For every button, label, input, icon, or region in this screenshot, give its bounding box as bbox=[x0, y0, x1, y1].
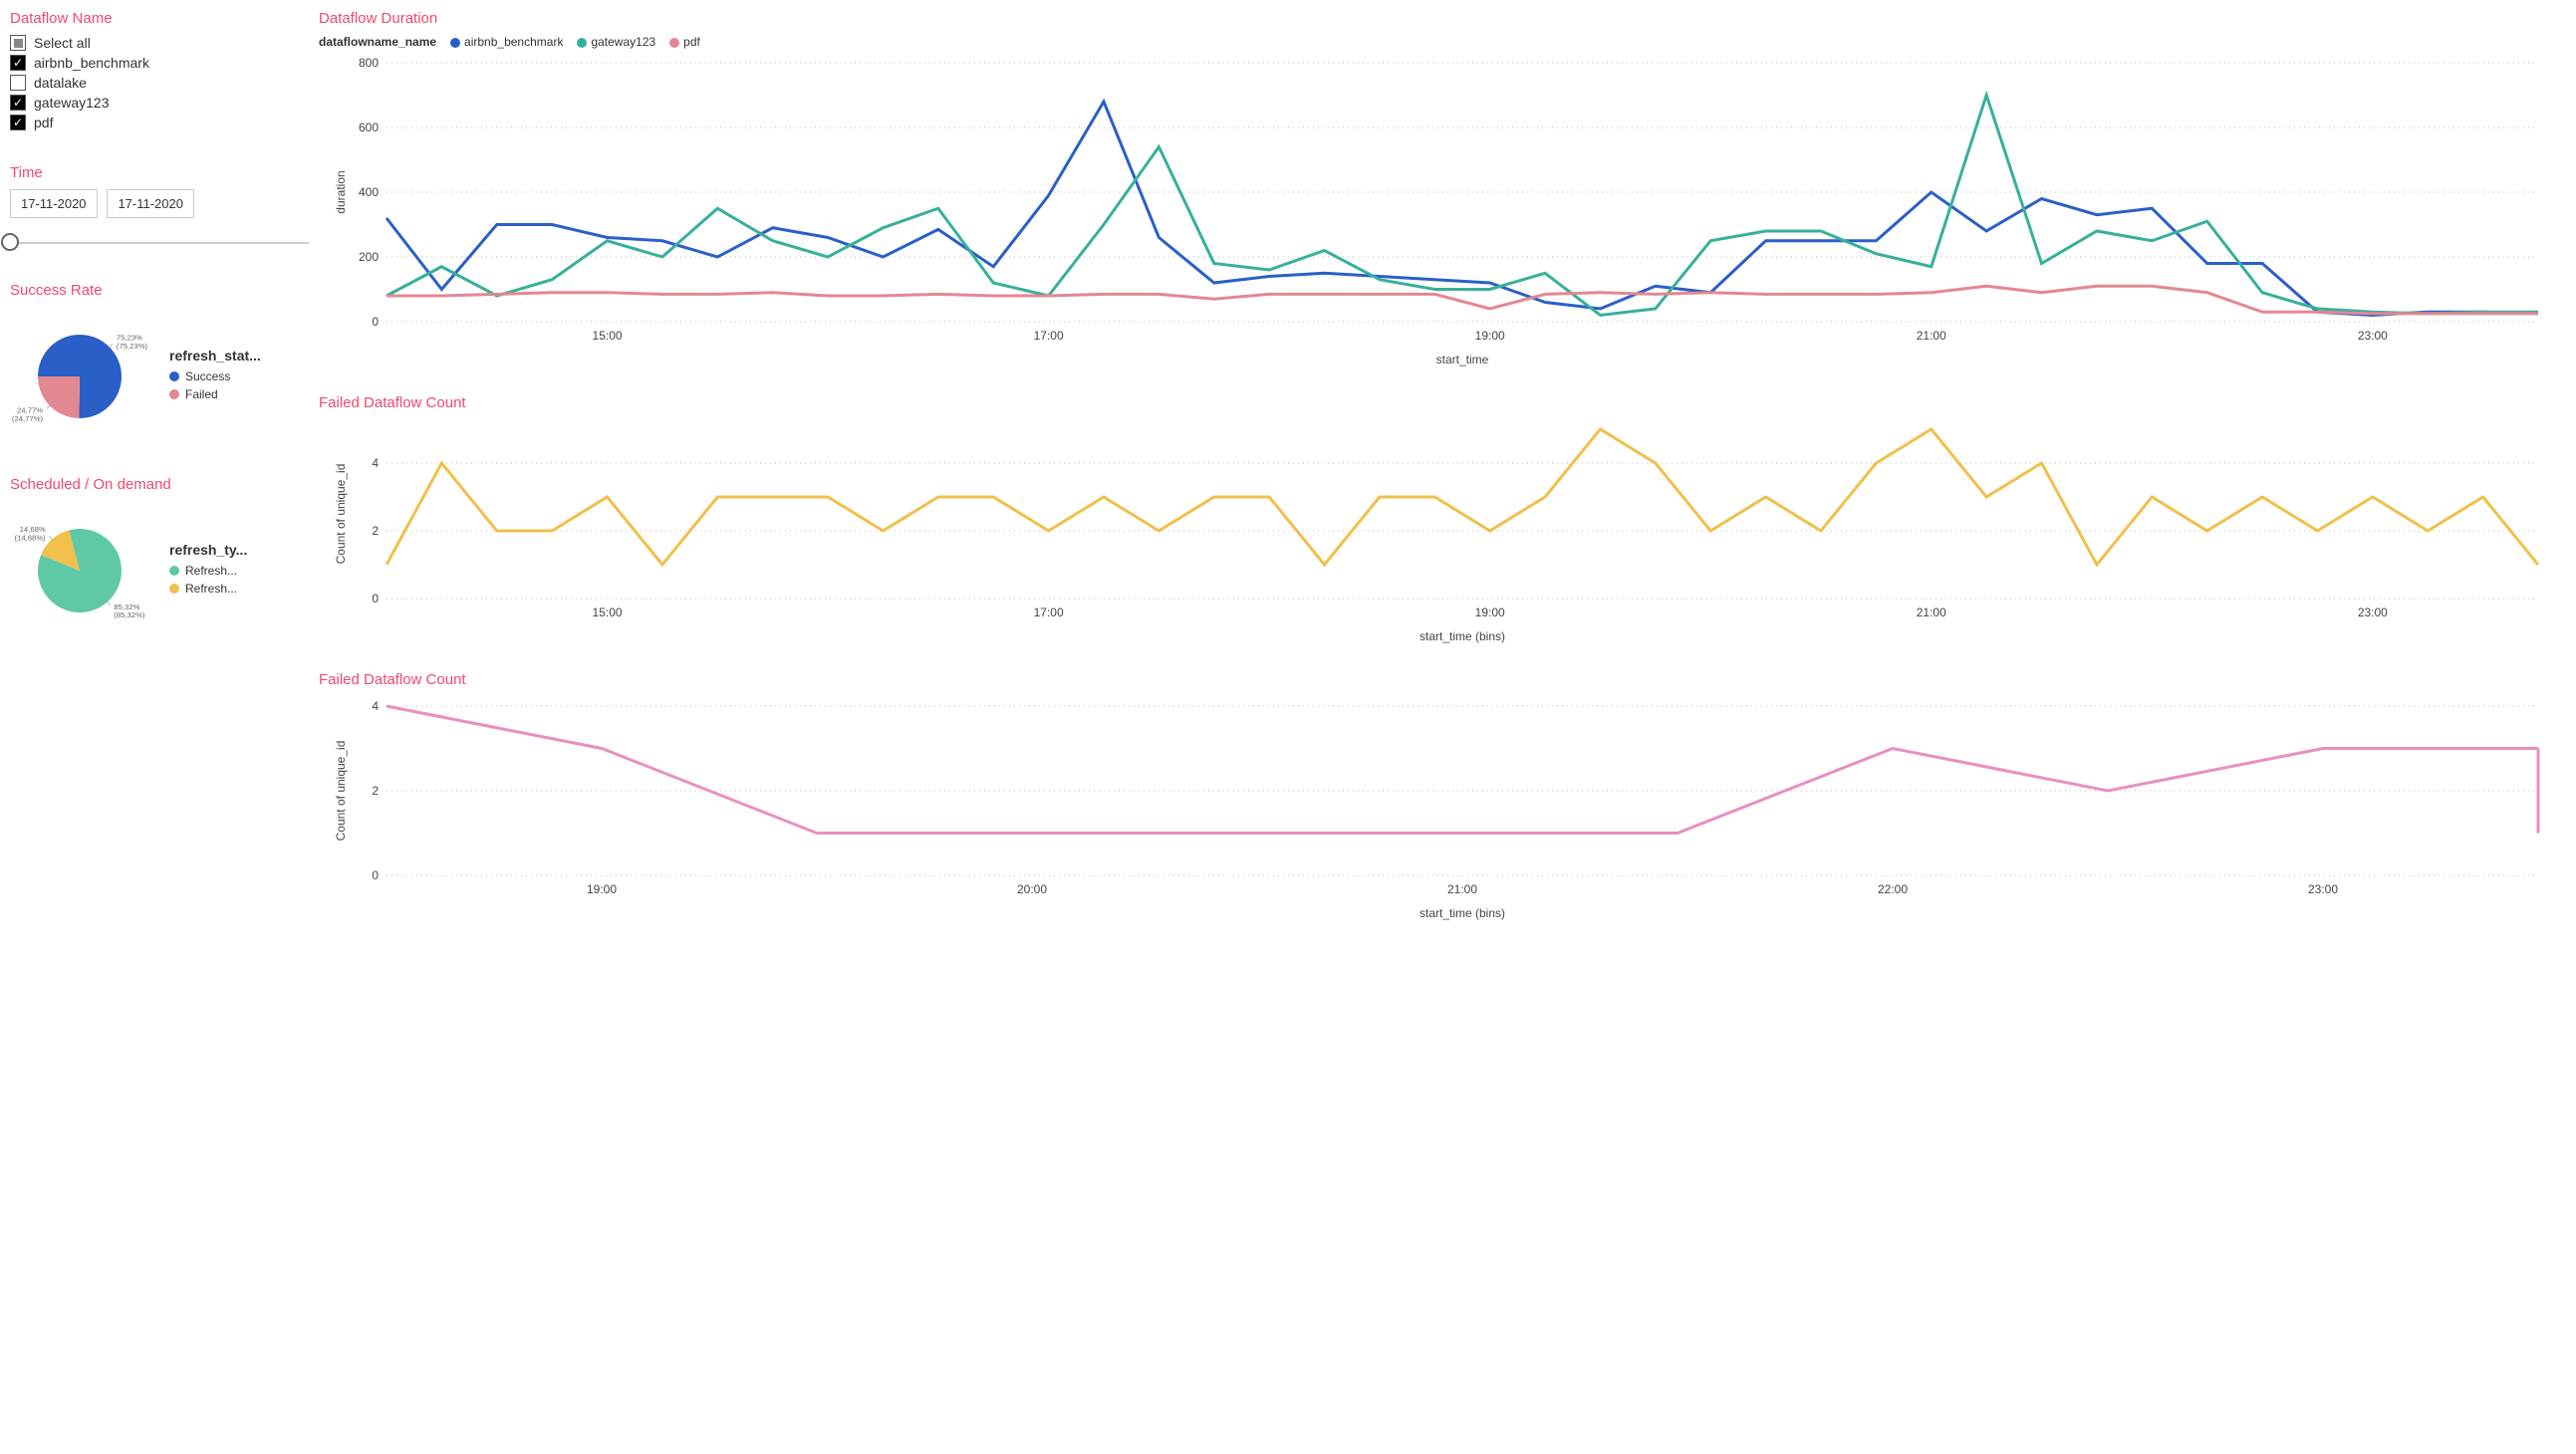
chart-canvas-duration[interactable]: 0 200 400 600 800 15:00 17:00 19:00 21:00 23:00 st… bbox=[319, 53, 2566, 371]
chart-canvas-failed1[interactable]: 0 2 4 15:00 17:00 19:00 21:00 23:00 start_time (… bbox=[319, 419, 2566, 648]
scheduled-ondemand: Scheduled / On demand 85,32%(85,32%) 14,6… bbox=[10, 476, 309, 640]
svg-text:75,23%: 75,23% bbox=[117, 334, 142, 343]
checkbox-airbnb_benchmark[interactable]: ✓airbnb_benchmark bbox=[10, 55, 309, 71]
svg-text:23:00: 23:00 bbox=[2358, 606, 2388, 619]
success-rate: Success Rate 75,23%(75,23%) 24,77%(24,77%… bbox=[10, 282, 309, 446]
svg-text:19:00: 19:00 bbox=[1475, 606, 1505, 619]
checkbox-pdf[interactable]: ✓pdf bbox=[10, 115, 309, 130]
legend-item-airbnb_benchmark[interactable]: airbnb_benchmark bbox=[450, 35, 563, 49]
line-failed2[interactable] bbox=[386, 706, 2538, 834]
svg-text:600: 600 bbox=[359, 121, 379, 134]
svg-text:23:00: 23:00 bbox=[2308, 882, 2338, 896]
checkbox-select-all[interactable]: Select all bbox=[10, 35, 309, 51]
success-legend-title: refresh_stat... bbox=[169, 348, 261, 364]
svg-text:400: 400 bbox=[359, 185, 379, 199]
svg-text:24,77%: 24,77% bbox=[17, 405, 43, 414]
svg-text:(14,68%): (14,68%) bbox=[15, 534, 47, 543]
svg-text:19:00: 19:00 bbox=[1475, 329, 1505, 343]
svg-text:Count of unique_id: Count of unique_id bbox=[334, 464, 348, 565]
svg-text:800: 800 bbox=[359, 56, 379, 70]
checkbox-datalake[interactable]: datalake bbox=[10, 75, 309, 91]
filter-dataflow-name: Dataflow Name Select all ✓airbnb_benchmar… bbox=[10, 10, 309, 134]
success-rate-title: Success Rate bbox=[10, 282, 309, 299]
svg-text:21:00: 21:00 bbox=[1917, 329, 1946, 343]
sched-legend-title: refresh_ty... bbox=[169, 542, 247, 558]
svg-text:0: 0 bbox=[372, 592, 379, 606]
time-slider[interactable] bbox=[10, 232, 309, 252]
svg-text:15:00: 15:00 bbox=[593, 329, 623, 343]
legend-item-success[interactable]: Success bbox=[169, 369, 261, 383]
svg-text:Count of unique_id: Count of unique_id bbox=[334, 741, 348, 842]
svg-text:2: 2 bbox=[372, 784, 379, 798]
legend-item-pdf[interactable]: pdf bbox=[669, 35, 700, 49]
time-to-input[interactable]: 17-11-2020 bbox=[107, 189, 194, 218]
svg-text:17:00: 17:00 bbox=[1034, 606, 1064, 619]
svg-text:20:00: 20:00 bbox=[1017, 882, 1047, 896]
pie-slice-failed[interactable] bbox=[38, 376, 80, 418]
sched-title: Scheduled / On demand bbox=[10, 476, 309, 493]
svg-text:14,68%: 14,68% bbox=[20, 525, 46, 534]
filter-title-dataflow: Dataflow Name bbox=[10, 10, 309, 27]
svg-text:start_time (bins): start_time (bins) bbox=[1419, 906, 1505, 920]
chart-duration: Dataflow Durationdataflowname_nameairbnb… bbox=[319, 10, 2566, 374]
scheduled-pie[interactable]: 85,32%(85,32%) 14,68%(14,68%) bbox=[10, 501, 149, 640]
line-failed[interactable] bbox=[386, 429, 2538, 565]
chart-title-duration: Dataflow Duration bbox=[319, 10, 2566, 27]
legend-item-refresh...[interactable]: Refresh... bbox=[169, 564, 247, 578]
legend-item-gateway123[interactable]: gateway123 bbox=[577, 35, 655, 49]
svg-text:85,32%: 85,32% bbox=[114, 603, 139, 611]
legend-item-failed[interactable]: Failed bbox=[169, 387, 261, 401]
chart-title-failed2: Failed Dataflow Count bbox=[319, 671, 2566, 688]
filter-title-time: Time bbox=[10, 164, 309, 181]
svg-text:15:00: 15:00 bbox=[593, 606, 623, 619]
svg-text:21:00: 21:00 bbox=[1447, 882, 1477, 896]
chart-failed1: Failed Dataflow Count 0 2 4 15:00 17:00 19:00 2… bbox=[319, 394, 2566, 651]
svg-text:19:00: 19:00 bbox=[587, 882, 617, 896]
svg-text:4: 4 bbox=[372, 699, 379, 713]
filter-time: Time 17-11-2020 17-11-2020 bbox=[10, 164, 309, 252]
svg-text:17:00: 17:00 bbox=[1034, 329, 1064, 343]
svg-text:4: 4 bbox=[372, 456, 379, 470]
svg-text:start_time (bins): start_time (bins) bbox=[1419, 629, 1505, 643]
svg-text:(24,77%): (24,77%) bbox=[12, 414, 44, 423]
success-rate-pie[interactable]: 75,23%(75,23%) 24,77%(24,77%) bbox=[10, 307, 149, 446]
svg-text:21:00: 21:00 bbox=[1917, 606, 1946, 619]
legend-item-refresh...[interactable]: Refresh... bbox=[169, 582, 247, 596]
svg-text:200: 200 bbox=[359, 250, 379, 264]
chart-title-failed1: Failed Dataflow Count bbox=[319, 394, 2566, 411]
svg-text:0: 0 bbox=[372, 868, 379, 882]
svg-text:start_time: start_time bbox=[1436, 353, 1489, 366]
line-airbnb_benchmark[interactable] bbox=[386, 102, 2538, 316]
svg-text:(85,32%): (85,32%) bbox=[114, 610, 145, 619]
time-from-input[interactable]: 17-11-2020 bbox=[10, 189, 98, 218]
svg-text:(75,23%): (75,23%) bbox=[117, 342, 148, 351]
svg-text:0: 0 bbox=[372, 315, 379, 329]
chart-canvas-failed2[interactable]: 0 2 4 19:00 20:00 21:00 22:00 23:00 start_time (… bbox=[319, 696, 2566, 925]
svg-text:22:00: 22:00 bbox=[1878, 882, 1908, 896]
svg-text:2: 2 bbox=[372, 524, 379, 538]
checkbox-gateway123[interactable]: ✓gateway123 bbox=[10, 95, 309, 111]
svg-text:duration: duration bbox=[334, 170, 348, 213]
chart-failed2: Failed Dataflow Count 0 2 4 19:00 20:00 21:00 2… bbox=[319, 671, 2566, 928]
svg-text:23:00: 23:00 bbox=[2358, 329, 2388, 343]
